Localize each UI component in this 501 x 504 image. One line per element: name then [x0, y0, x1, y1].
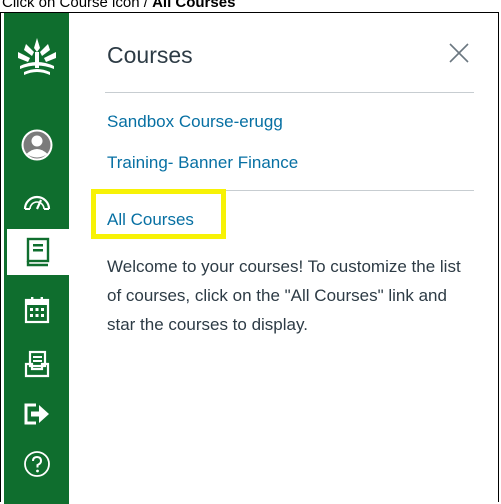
inbox-icon [24, 350, 49, 378]
nav-calendar[interactable] [4, 287, 69, 333]
book-icon [26, 237, 50, 267]
welcome-text: Welcome to your courses! To customize th… [107, 257, 461, 334]
calendar-icon [24, 297, 49, 324]
nav-inbox[interactable] [4, 341, 69, 387]
global-nav-sidebar [4, 13, 69, 504]
instruction-caption: Click on Course icon / All Courses [0, 0, 501, 12]
course-link-training[interactable]: Training- Banner Finance [107, 153, 298, 173]
tree-logo-icon [17, 38, 56, 75]
avatar-icon [21, 129, 52, 161]
tray-title: Courses [107, 42, 193, 68]
course-link-sandbox[interactable]: Sandbox Course-erugg [107, 112, 283, 132]
institution-logo[interactable] [4, 27, 69, 87]
tray-header-divider [105, 92, 474, 93]
caption-bold: All Courses [152, 0, 236, 11]
logout-arrow-icon [24, 403, 49, 425]
speedometer-icon [23, 195, 50, 210]
nav-help[interactable] [4, 441, 69, 487]
nav-dashboard[interactable] [4, 178, 69, 224]
all-courses-link[interactable]: All Courses [107, 210, 194, 230]
close-icon[interactable] [447, 41, 471, 65]
nav-logout[interactable] [4, 391, 69, 437]
help-icon [23, 451, 50, 477]
nav-courses[interactable] [7, 229, 69, 275]
caption-prefix: Click on Course icon / [2, 0, 153, 11]
courses-tray: Courses Sandbox Course-erugg Training- B… [69, 13, 498, 504]
nav-account[interactable] [4, 122, 69, 168]
